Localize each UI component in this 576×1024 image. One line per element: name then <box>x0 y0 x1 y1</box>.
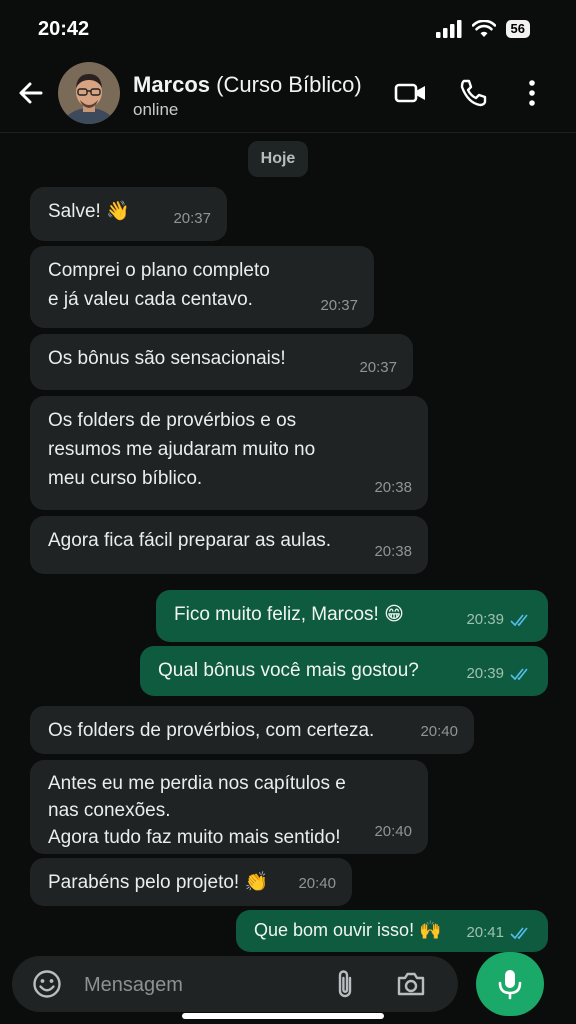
message-bubble[interactable]: Os bônus são sensacionais! 20:37 <box>30 334 413 390</box>
contact-status: online <box>133 100 179 119</box>
message-composer <box>12 956 458 1014</box>
message-bubble[interactable]: Antes eu me perdia nos capítulos e nas c… <box>30 760 428 854</box>
status-time: 20:42 <box>38 18 90 40</box>
message-bubble[interactable]: Os folders de provérbios, com certeza. 2… <box>30 706 474 754</box>
more-options-icon[interactable] <box>522 78 542 108</box>
message-time: 20:37 <box>320 297 358 314</box>
message-time: 20:37 <box>359 359 397 376</box>
message-time: 20:39 <box>466 611 504 628</box>
back-arrow-icon[interactable] <box>16 78 46 108</box>
read-ticks-icon <box>510 927 528 939</box>
contact-name-suffix: (Curso Bíblico) <box>216 72 362 97</box>
message-bubble[interactable]: Fico muito feliz, Marcos! 😁 20:39 <box>156 590 548 642</box>
read-ticks-icon <box>510 614 528 626</box>
message-text: Os folders de provérbios e os resumos me… <box>48 410 316 489</box>
message-text: Antes eu me perdia nos capítulos e nas c… <box>48 773 346 848</box>
status-bar: 20:42 56 <box>0 0 576 58</box>
video-call-icon[interactable] <box>394 78 428 108</box>
avatar[interactable] <box>58 62 120 124</box>
date-chip: Hoje <box>248 141 308 177</box>
chat-header: Marcos (Curso Bíblico) online <box>0 58 576 133</box>
message-time: 20:38 <box>374 479 412 496</box>
home-indicator <box>182 1013 384 1019</box>
phone-call-icon[interactable] <box>458 78 488 108</box>
message-bubble[interactable]: Que bom ouvir isso! 🙌 20:41 <box>236 910 548 952</box>
message-bubble[interactable]: Agora fica fácil preparar as aulas. 20:3… <box>30 516 428 574</box>
message-time: 20:40 <box>420 723 458 740</box>
microphone-icon <box>498 970 522 1000</box>
avatar-portrait-icon <box>58 62 120 124</box>
message-bubble[interactable]: Os folders de provérbios e os resumos me… <box>30 396 428 510</box>
read-ticks-icon <box>510 668 528 680</box>
message-time: 20:40 <box>298 875 336 892</box>
contact-name[interactable]: Marcos (Curso Bíblico) <box>133 72 362 98</box>
message-text: Parabéns pelo projeto! 👏 <box>48 872 269 893</box>
message-time: 20:40 <box>374 823 412 840</box>
message-time: 20:39 <box>466 665 504 682</box>
status-icons: 56 <box>435 20 530 38</box>
message-text: Os folders de provérbios, com certeza. <box>48 720 375 741</box>
message-text: Os bônus são sensacionais! <box>48 348 286 369</box>
message-bubble[interactable]: Comprei o plano completo e já valeu cada… <box>30 246 374 328</box>
wifi-icon <box>471 20 496 37</box>
message-bubble[interactable]: Qual bônus você mais gostou? 20:39 <box>140 646 548 696</box>
camera-icon[interactable] <box>396 970 426 998</box>
message-text: Comprei o plano completo e já valeu cada… <box>48 260 270 310</box>
message-input[interactable] <box>82 956 316 1014</box>
message-text: Agora fica fácil preparar as aulas. <box>48 530 332 551</box>
message-time: 20:38 <box>374 543 412 560</box>
message-bubble[interactable]: Parabéns pelo projeto! 👏 20:40 <box>30 858 352 906</box>
signal-icon <box>435 20 462 38</box>
message-bubble[interactable]: Salve! 👋 20:37 <box>30 187 227 241</box>
message-time: 20:37 <box>173 210 211 227</box>
voice-message-button[interactable] <box>476 952 544 1016</box>
paperclip-icon[interactable] <box>334 968 356 1000</box>
message-time: 20:41 <box>466 924 504 941</box>
emoji-icon[interactable] <box>32 969 62 999</box>
contact-first-name: Marcos <box>133 72 211 97</box>
battery-indicator: 56 <box>505 20 530 38</box>
